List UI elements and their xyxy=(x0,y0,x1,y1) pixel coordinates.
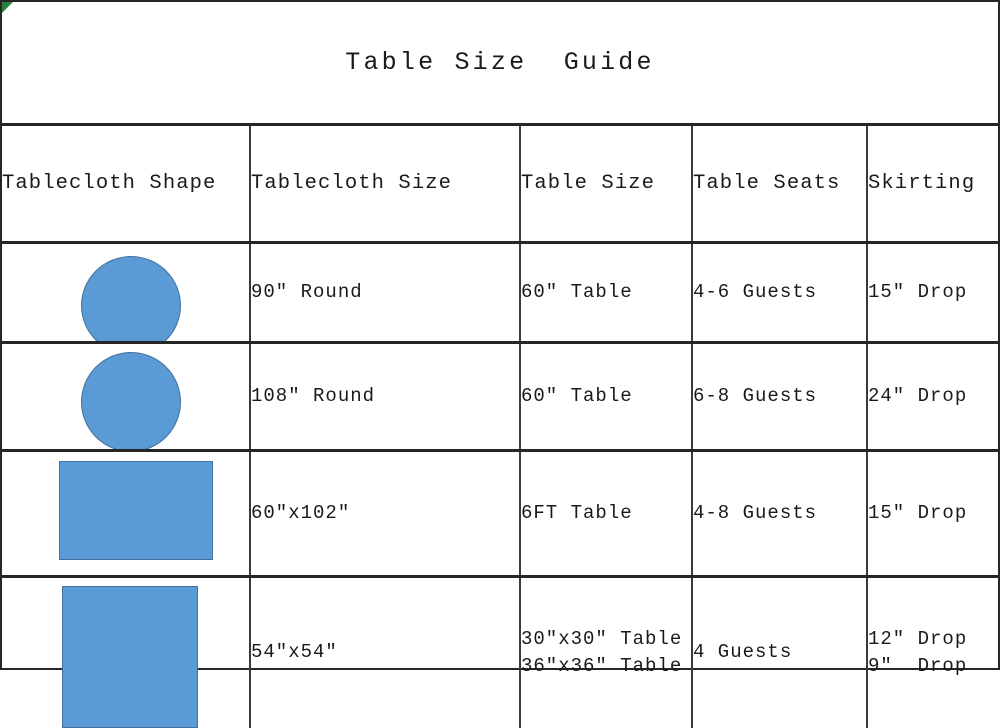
shape-cell xyxy=(2,342,251,452)
cell-table-size: 60″ Table xyxy=(520,342,693,452)
table-size-guide-table: Tablecloth Shape Tablecloth Size Table S… xyxy=(2,126,998,728)
table-row: 108″ Round 60″ Table 6-8 Guests 24″ Drop xyxy=(2,342,998,452)
rectangle-shape-icon xyxy=(59,461,213,560)
shape-cell xyxy=(2,576,251,728)
circle-shape-icon xyxy=(81,256,181,340)
square-shape-icon xyxy=(62,586,198,728)
cell-table-seats: 6-8 Guests xyxy=(692,342,868,452)
table-size-guide-page: Table Size Guide Tablecloth Shape Tablec… xyxy=(0,0,1000,728)
column-header-label: Skirting xyxy=(868,172,976,195)
cell-table-seats: 4 Guests xyxy=(692,576,868,728)
cell-table-size: 60″ Table xyxy=(520,242,693,344)
cell-tablecloth-size: 60″x102″ xyxy=(250,450,521,578)
table-row: 60″x102″ 6FT Table 4-8 Guests 15″ Drop xyxy=(2,450,998,578)
column-header-label: Table Size xyxy=(521,172,656,195)
shape-wrap xyxy=(2,578,248,728)
cell-skirting: 15″ Drop xyxy=(867,242,998,344)
table-row: 90″ Round 60″ Table 4-6 Guests 15″ Drop xyxy=(2,242,998,344)
circle-shape-icon xyxy=(81,352,181,448)
column-header-table-size: Table Size xyxy=(520,126,693,244)
cell-table-seats: 4-8 Guests xyxy=(692,450,868,578)
cell-skirting: 12″ Drop 9″ Drop xyxy=(868,627,968,677)
column-header-skirting: Skirting xyxy=(867,126,998,244)
cell-skirting: 15″ Drop xyxy=(867,450,998,578)
title-band: Table Size Guide xyxy=(2,2,998,126)
table-row: 54″x54″ 30″x30″ Table 36″x36″ Table 4 Gu… xyxy=(2,576,998,728)
shape-cell xyxy=(2,450,251,578)
cell-table-seats: 4-6 Guests xyxy=(692,242,868,344)
shape-wrap xyxy=(2,344,248,448)
cell-table-size: 30″x30″ Table 36″x36″ Table xyxy=(520,576,693,728)
cell-table-size: 6FT Table xyxy=(520,450,693,578)
cell-skirting: 24″ Drop xyxy=(867,342,998,452)
column-header-label: Tablecloth Size xyxy=(251,172,453,195)
shape-wrap xyxy=(2,244,248,340)
cell-tablecloth-size: 54″x54″ xyxy=(250,576,521,728)
cell-tablecloth-size: 108″ Round xyxy=(250,342,521,452)
column-header-tablecloth-shape: Tablecloth Shape xyxy=(2,126,251,244)
page-title: Table Size Guide xyxy=(345,48,655,77)
column-header-table-seats: Table Seats xyxy=(692,126,868,244)
table-header-row: Tablecloth Shape Tablecloth Size Table S… xyxy=(2,126,998,244)
shape-cell xyxy=(2,242,251,344)
cell-tablecloth-size: 90″ Round xyxy=(250,242,521,344)
column-header-label: Tablecloth Shape xyxy=(2,172,217,195)
column-header-label: Table Seats xyxy=(693,172,841,195)
shape-wrap xyxy=(2,452,248,574)
column-header-tablecloth-size: Tablecloth Size xyxy=(250,126,521,244)
